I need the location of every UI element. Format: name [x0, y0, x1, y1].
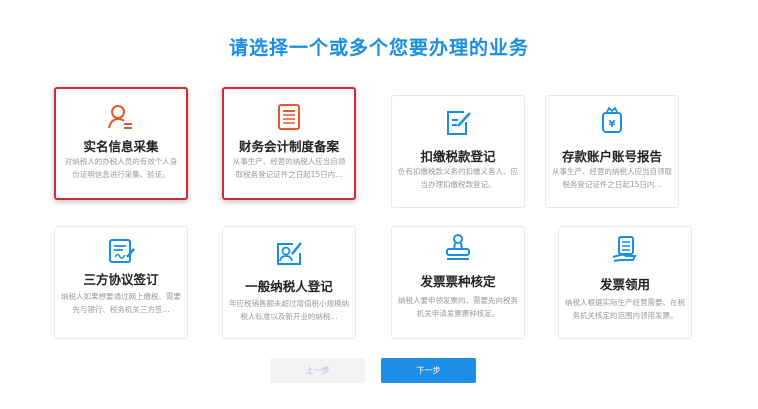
card-title: 三方协议签订	[83, 272, 159, 287]
card-description: 纳税人根据实际生产经营需要、在税务机关核定的范围内领用发票。	[565, 298, 685, 320]
card-title: 发票领用	[599, 277, 650, 292]
card-invoice-collection[interactable]: 发票领用 纳税人根据实际生产经营需要、在税务机关核定的范围内领用发票。	[558, 226, 692, 339]
person-icon	[108, 105, 132, 129]
card-withholding-registration[interactable]: 扣缴税款登记 负有扣缴税款义务的扣缴义务人、应当办理扣缴税款登记。	[391, 95, 525, 208]
card-description: 从事生产、经营的纳税人应当自领取税务登记证件之日起15日内...	[232, 157, 346, 179]
card-title: 一般纳税人登记	[245, 279, 333, 294]
card-title: 财务会计制度备案	[238, 139, 339, 154]
card-tripartite-agreement[interactable]: 三方协议签订 纳税人如果想要通过网上缴税、需要先与银行、税务机关三方签...	[54, 226, 188, 339]
card-description: 从事生产、经营的纳税人应当自领取税务登记证件之日起15日内...	[552, 167, 672, 189]
card-deposit-account-report[interactable]: ¥ 存款账户账号报告 从事生产、经营的纳税人应当自领取税务登记证件之日起15日内…	[545, 95, 679, 208]
card-accounting-filing[interactable]: 财务会计制度备案 从事生产、经营的纳税人应当自领取税务登记证件之日起15日内..…	[222, 87, 356, 200]
card-title: 发票票种核定	[420, 274, 496, 289]
svg-text:¥: ¥	[609, 119, 616, 130]
card-invoice-type-approval[interactable]: 发票票种核定 纳税人要申领发票的、需要先向税务机关申请发票票种核定。	[391, 226, 525, 339]
card-description: 纳税人如果想要通过网上缴税、需要先与银行、税务机关三方签...	[61, 292, 181, 314]
card-title: 扣缴税款登记	[420, 149, 496, 164]
prev-step-button[interactable]: 上一步	[270, 358, 365, 383]
signed-document-icon	[109, 239, 135, 263]
hand-receipt-icon	[612, 236, 637, 262]
yuan-bag-icon: ¥	[602, 106, 622, 133]
stamp-icon	[446, 234, 470, 260]
card-general-taxpayer-registration[interactable]: 一般纳税人登记 年应税销售额未超过增值税小规模纳税人标准以及新开业的纳税...	[222, 226, 356, 339]
page-title: 请选择一个或多个您要办理的业务	[228, 37, 529, 59]
card-description: 年应税销售额未超过增值税小规模纳税人标准以及新开业的纳税...	[229, 299, 349, 321]
next-step-button[interactable]: 下一步	[381, 358, 476, 383]
edit-form-icon	[447, 111, 471, 135]
card-description: 负有扣缴税款义务的扣缴义务人、应当办理扣缴税款登记。	[398, 167, 518, 189]
card-title: 实名信息采集	[83, 139, 159, 154]
card-description: 纳税人要申领发票的、需要先向税务机关申请发票票种核定。	[398, 296, 518, 318]
card-description: 对纳税人的办税人员的有效个人身份证明信息进行采集、验证。	[64, 157, 178, 179]
document-list-icon	[278, 104, 300, 130]
card-title: 存款账户账号报告	[561, 149, 662, 164]
id-card-icon	[277, 242, 302, 265]
card-real-name-info[interactable]: 实名信息采集 对纳税人的办税人员的有效个人身份证明信息进行采集、验证。	[54, 87, 188, 200]
